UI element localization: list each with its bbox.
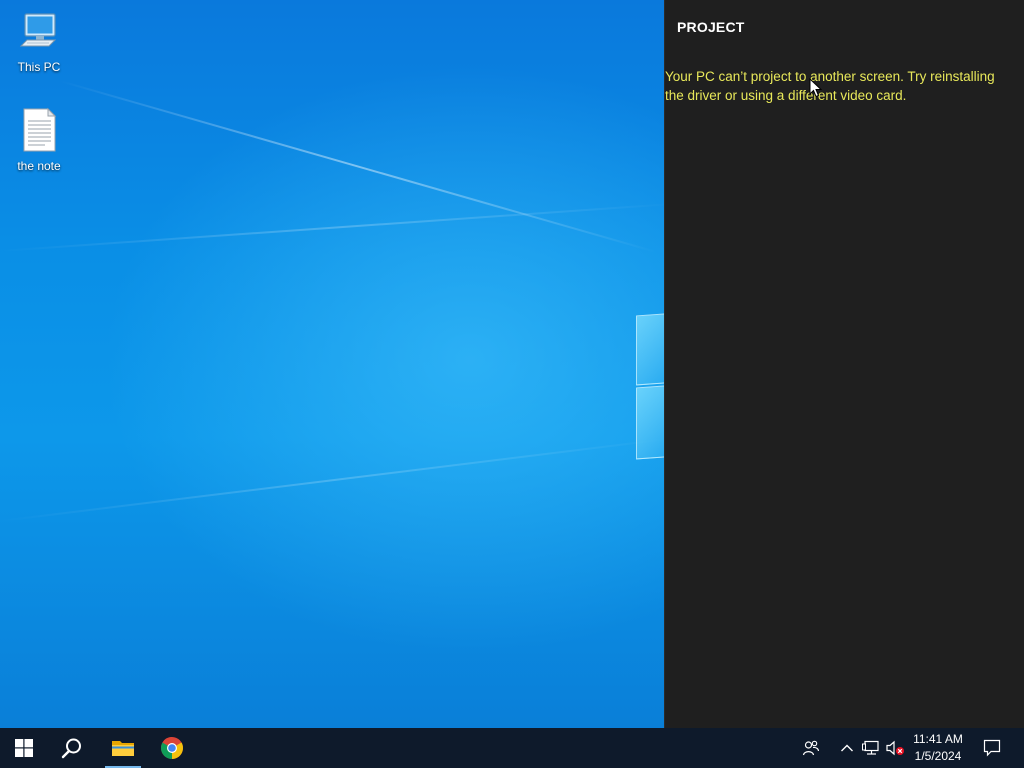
- chrome-icon: [161, 737, 183, 759]
- light-beam: [0, 437, 676, 522]
- chevron-up-icon: [841, 744, 853, 752]
- panel-title: PROJECT: [677, 19, 745, 35]
- this-pc-icon: [19, 13, 57, 47]
- show-hidden-icons-button[interactable]: [835, 728, 859, 768]
- people-button[interactable]: [799, 728, 823, 768]
- action-center-button[interactable]: [979, 728, 1005, 768]
- desktop-icon-the-note[interactable]: the note: [2, 107, 76, 173]
- error-message: Your PC can’t project to another screen.…: [665, 69, 995, 103]
- search-button[interactable]: [48, 728, 96, 768]
- clock-time: 11:41 AM: [913, 732, 963, 746]
- taskbar: 11:41 AM 1/5/2024: [0, 728, 1024, 768]
- chrome-button[interactable]: [152, 728, 192, 768]
- desktop-icon-this-pc[interactable]: This PC: [2, 8, 76, 74]
- windows-logo-icon: [15, 739, 33, 757]
- volume-muted-icon: [886, 740, 904, 756]
- clock-date: 1/5/2024: [914, 749, 962, 763]
- desktop-icon-label: the note: [17, 159, 61, 173]
- notification-icon: [983, 739, 1001, 757]
- volume-button[interactable]: [883, 728, 907, 768]
- screen: This PC the note PROJECT Your PC can’t p…: [0, 0, 1024, 768]
- desktop-icon-label: This PC: [17, 60, 61, 74]
- clock[interactable]: 11:41 AM 1/5/2024: [906, 731, 970, 765]
- network-icon: [862, 740, 879, 755]
- network-button[interactable]: [859, 728, 883, 768]
- mouse-cursor-icon: [809, 78, 823, 98]
- start-button[interactable]: [0, 728, 48, 768]
- people-icon: [802, 740, 820, 756]
- folder-icon: [112, 741, 134, 756]
- text-document-icon: [23, 107, 57, 152]
- file-explorer-button[interactable]: [103, 728, 143, 768]
- search-icon: [61, 738, 81, 759]
- project-panel: PROJECT Your PC can’t project to another…: [664, 0, 1024, 728]
